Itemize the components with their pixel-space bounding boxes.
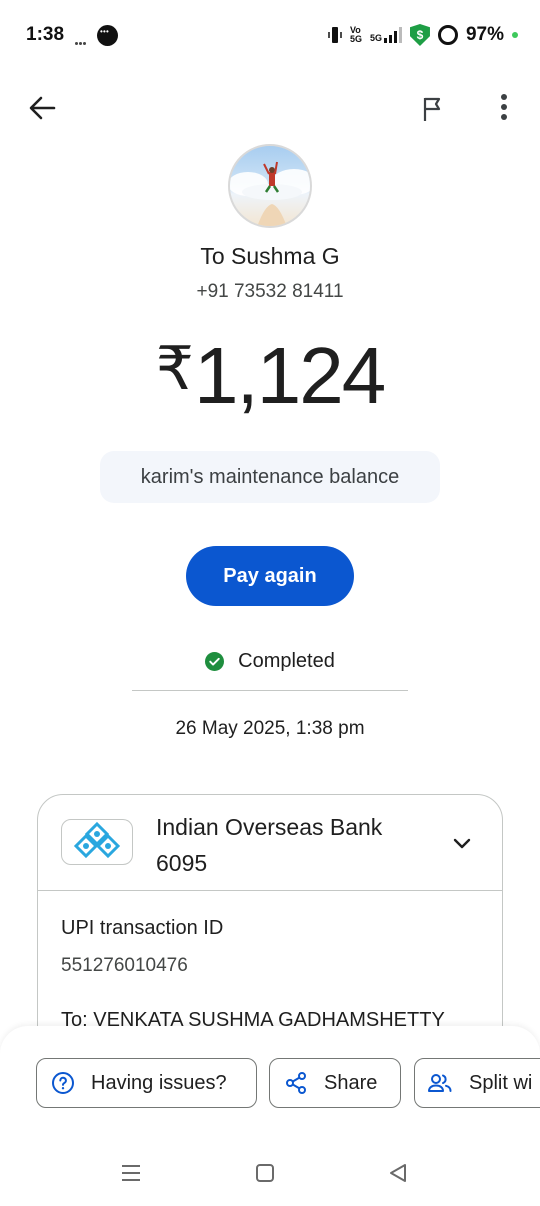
network-type: 5G [369, 33, 382, 43]
payment-status: Completed [0, 650, 540, 673]
help-circle-icon [52, 1072, 74, 1094]
battery-percent: 97% [465, 24, 504, 45]
upi-transaction-id: 551276010476 [61, 955, 188, 976]
status-bar: 1:38 Vo5G 5G $ 97% [0, 0, 540, 70]
split-button[interactable]: Split wi [414, 1058, 540, 1108]
payment-timestamp: 26 May 2025, 1:38 pm [175, 718, 365, 739]
volte-icon: Vo 5G [349, 25, 362, 44]
message-notification-icon [97, 25, 118, 46]
having-issues-button[interactable]: Having issues? [36, 1058, 257, 1108]
share-button[interactable]: Share [269, 1058, 401, 1108]
privacy-indicator-icon [512, 32, 518, 38]
amount-value: 1,124 [193, 331, 386, 420]
recipient-name: To Sushma G [200, 243, 340, 269]
vibrate-icon [328, 27, 342, 43]
status-time: 1:38 [26, 24, 65, 45]
avatar-illustration [230, 161, 310, 226]
flag-icon[interactable] [418, 94, 448, 124]
status-indicators: Vo 5G 5G $ 97% [328, 22, 518, 48]
home-nav-icon[interactable] [256, 1164, 274, 1182]
bank-account-text: Indian Overseas Bank 6095 [156, 809, 382, 881]
recipient-phone: +91 73532 81411 [196, 281, 344, 302]
account-suffix: 6095 [156, 850, 208, 876]
battery-icon [437, 25, 458, 45]
share-label: Share [324, 1071, 378, 1094]
having-issues-label: Having issues? [91, 1071, 227, 1094]
recents-nav-icon[interactable] [120, 1162, 142, 1184]
signal-icon: 5G [370, 27, 402, 43]
share-icon [286, 1072, 306, 1094]
payment-note: karim's maintenance balance [100, 451, 440, 503]
payment-amount: ₹1,124 [0, 330, 540, 422]
status-label: Completed [238, 650, 335, 672]
back-nav-icon[interactable] [388, 1162, 408, 1184]
status-dots-icon [75, 32, 87, 45]
check-circle-icon [205, 652, 225, 671]
security-shield-icon: $ [409, 24, 430, 46]
avatar [228, 144, 312, 228]
bank-account-row[interactable]: Indian Overseas Bank 6095 [38, 795, 502, 891]
upi-transaction-id-label: UPI transaction ID [61, 917, 224, 939]
divider [132, 690, 408, 691]
pay-again-button[interactable]: Pay again [186, 546, 354, 606]
chevron-down-icon[interactable] [450, 831, 474, 855]
bank-name: Indian Overseas Bank [156, 814, 383, 840]
currency-symbol: ₹ [155, 335, 194, 402]
arrow-left-icon[interactable] [26, 92, 58, 124]
people-icon [428, 1074, 452, 1092]
more-vertical-icon[interactable] [492, 92, 516, 124]
split-label: Split wi [469, 1071, 533, 1094]
bank-logo-icon [61, 819, 133, 865]
